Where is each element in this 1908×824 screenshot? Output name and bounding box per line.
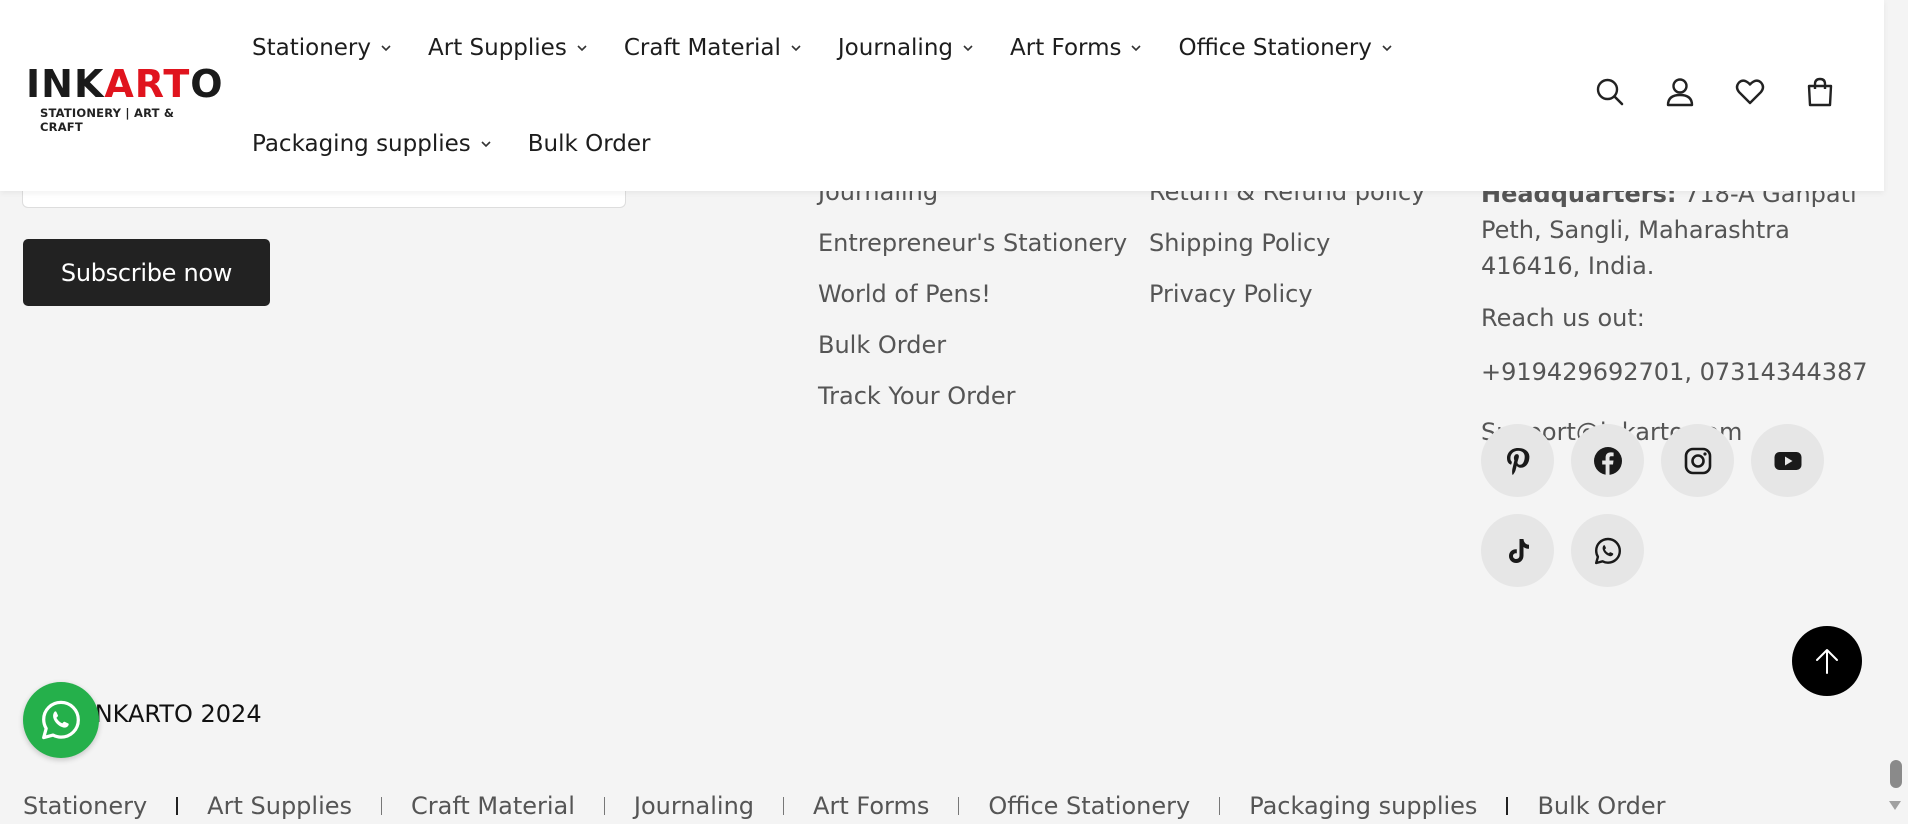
scroll-down-arrow-icon[interactable] <box>1889 801 1901 810</box>
page-scrollbar[interactable] <box>1884 0 1908 824</box>
divider <box>381 797 383 815</box>
subscribe-button[interactable]: Subscribe now <box>23 239 270 306</box>
chevron-down-icon <box>963 45 973 52</box>
bottom-nav-bulk-order[interactable]: Bulk Order <box>1537 792 1665 820</box>
footer-link-bulk-order[interactable]: Bulk Order <box>818 331 946 359</box>
chevron-down-icon <box>577 45 587 52</box>
bottom-nav-office-stationery[interactable]: Office Stationery <box>988 792 1190 820</box>
chevron-down-icon <box>1382 45 1392 52</box>
wishlist-heart-icon[interactable] <box>1734 76 1766 108</box>
arrow-up-icon <box>1816 649 1838 674</box>
chevron-down-icon <box>481 141 491 148</box>
bottom-nav-journaling[interactable]: Journaling <box>634 792 754 820</box>
divider <box>1219 797 1221 815</box>
search-icon[interactable] <box>1594 76 1626 108</box>
pinterest-link[interactable] <box>1481 424 1554 497</box>
bottom-nav-art-supplies[interactable]: Art Supplies <box>207 792 352 820</box>
nav-office-stationery[interactable]: Office Stationery <box>1178 30 1392 66</box>
whatsapp-link[interactable] <box>1571 514 1644 587</box>
whatsapp-icon <box>1594 537 1621 564</box>
facebook-icon <box>1593 446 1622 475</box>
footer-link-entrepreneurs-stationery[interactable]: Entrepreneur's Stationery <box>818 229 1127 257</box>
divider <box>603 797 605 815</box>
scrollbar-thumb[interactable] <box>1890 760 1902 788</box>
nav-art-forms[interactable]: Art Forms <box>1010 30 1142 66</box>
account-icon[interactable] <box>1664 76 1696 108</box>
whatsapp-icon <box>42 700 80 740</box>
reach-us-label: Reach us out: <box>1481 304 1645 332</box>
nav-packaging-supplies[interactable]: Packaging supplies <box>252 126 492 162</box>
logo[interactable]: INKARTO STATIONERY | ART & CRAFT <box>26 64 223 134</box>
nav-craft-material[interactable]: Craft Material <box>624 30 802 66</box>
instagram-icon <box>1684 447 1711 474</box>
site-header: INKARTO STATIONERY | ART & CRAFT Station… <box>0 0 1884 191</box>
nav-art-supplies[interactable]: Art Supplies <box>428 30 588 66</box>
pinterest-icon <box>1506 447 1529 475</box>
phone-numbers[interactable]: +919429692701, 07314344387 <box>1481 354 1881 390</box>
header-actions <box>1594 76 1836 108</box>
bottom-nav-packaging-supplies[interactable]: Packaging supplies <box>1249 792 1477 820</box>
contact-info: Headquarters: 718-A Ganpati Peth, Sangli… <box>1481 176 1881 450</box>
youtube-icon <box>1774 451 1801 470</box>
chevron-down-icon <box>791 45 801 52</box>
tiktok-link[interactable] <box>1481 514 1554 587</box>
main-nav-row-1: Stationery Art Supplies Craft Material J… <box>252 30 1429 66</box>
nav-journaling[interactable]: Journaling <box>838 30 974 66</box>
bottom-nav-craft-material[interactable]: Craft Material <box>411 792 575 820</box>
bottom-nav-art-forms[interactable]: Art Forms <box>813 792 929 820</box>
footer-link-privacy-policy[interactable]: Privacy Policy <box>1149 280 1313 308</box>
main-nav-row-2: Packaging supplies Bulk Order <box>252 126 687 162</box>
tiktok-icon <box>1508 538 1529 563</box>
divider <box>958 797 960 815</box>
nav-stationery[interactable]: Stationery <box>252 30 392 66</box>
whatsapp-chat-button[interactable] <box>23 682 99 758</box>
youtube-link[interactable] <box>1751 424 1824 497</box>
footer-link-shipping-policy[interactable]: Shipping Policy <box>1149 229 1330 257</box>
bottom-nav-stationery[interactable]: Stationery <box>23 792 147 820</box>
instagram-link[interactable] <box>1661 424 1734 497</box>
chevron-down-icon <box>381 45 391 52</box>
divider <box>1506 797 1509 815</box>
footer-link-track-order[interactable]: Track Your Order <box>818 382 1016 410</box>
footer-bottom-nav: Stationery Art Supplies Craft Material J… <box>23 792 1666 820</box>
divider <box>176 797 179 815</box>
logo-tagline: STATIONERY | ART & CRAFT <box>40 106 175 134</box>
chevron-down-icon <box>1131 45 1142 52</box>
nav-bulk-order[interactable]: Bulk Order <box>528 126 651 162</box>
divider <box>783 797 785 815</box>
headquarters-address: Headquarters: 718-A Ganpati Peth, Sangli… <box>1481 180 1857 280</box>
facebook-link[interactable] <box>1571 424 1644 497</box>
footer-link-world-of-pens[interactable]: World of Pens! <box>818 280 991 308</box>
cart-bag-icon[interactable] <box>1804 76 1836 108</box>
back-to-top-button[interactable] <box>1792 626 1862 696</box>
